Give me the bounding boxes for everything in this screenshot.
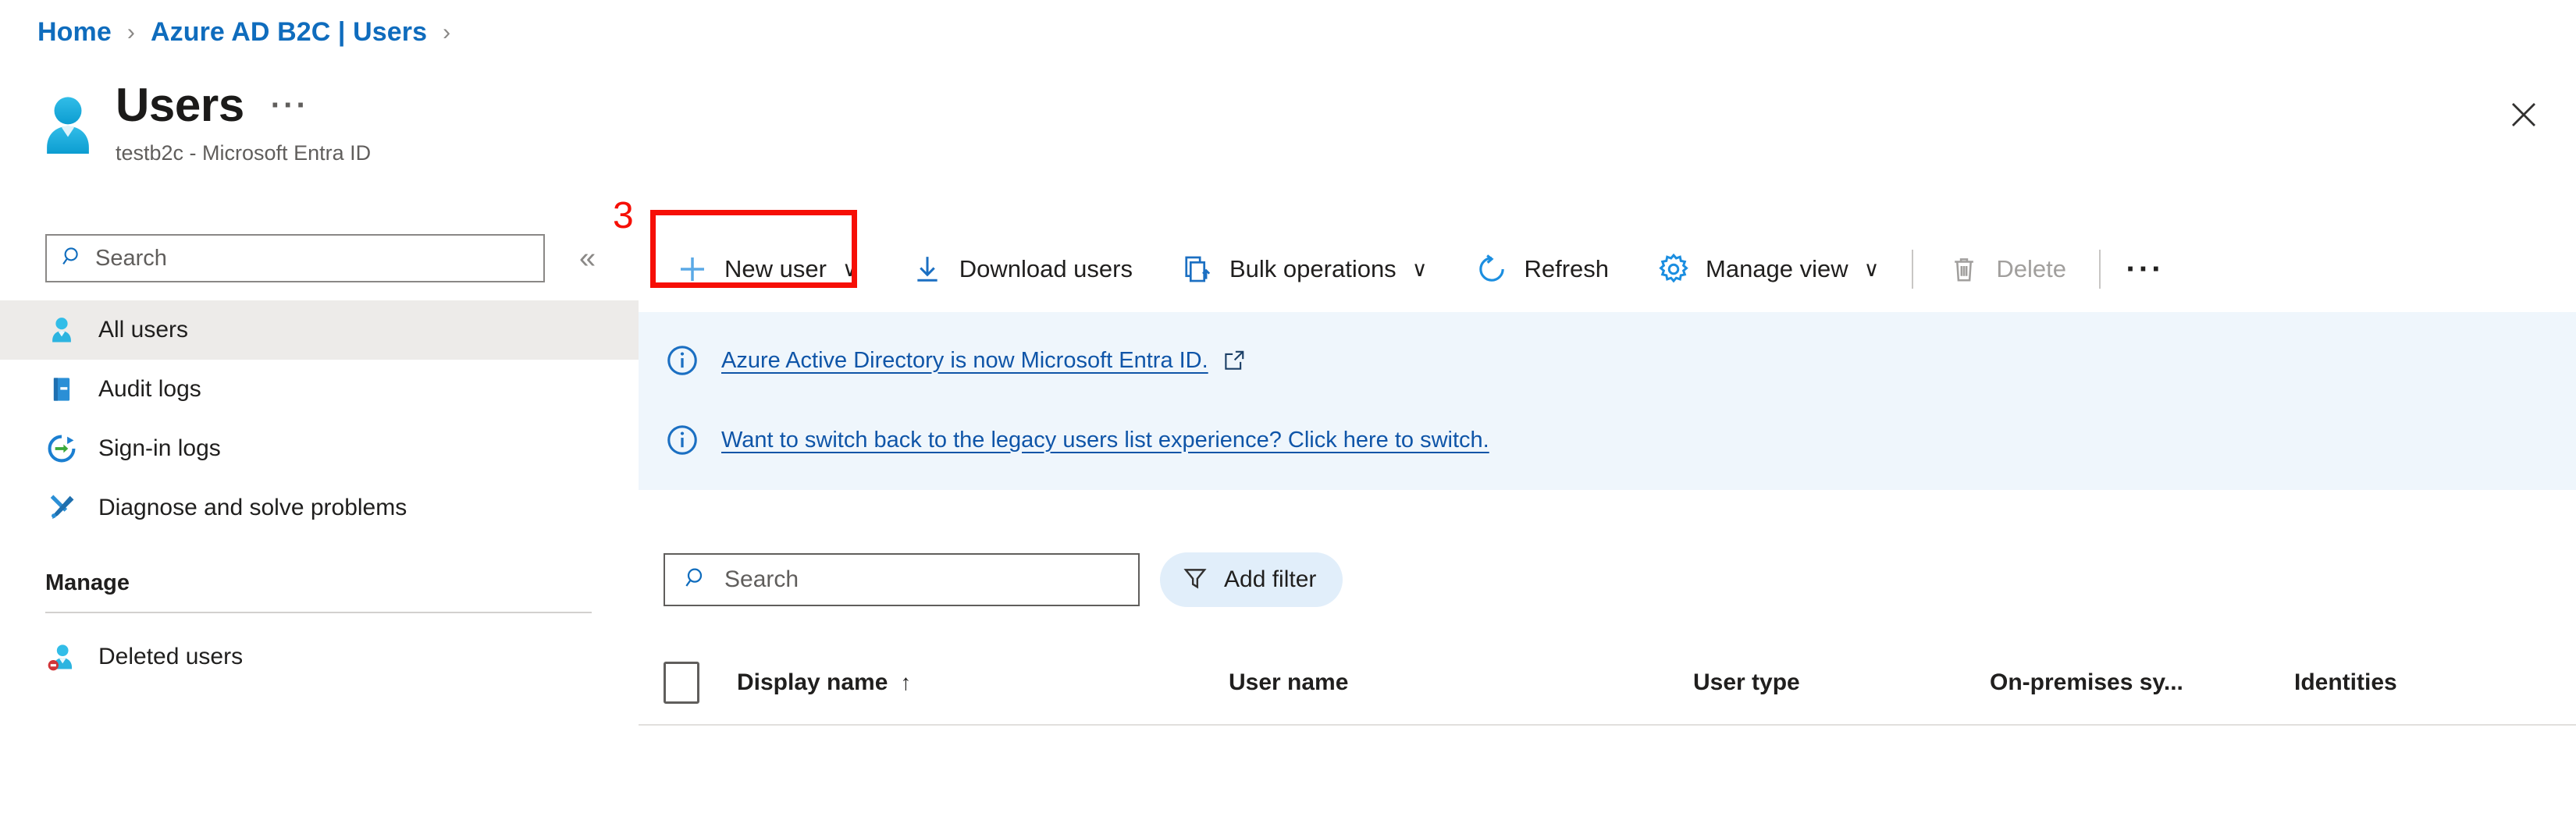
blade-sidebar: Search « All users Audit logs Sign-in lo…	[0, 226, 639, 813]
chevron-down-icon: ∨	[1863, 257, 1880, 281]
book-icon	[45, 373, 78, 406]
manage-view-button[interactable]: Manage view ∨	[1640, 226, 1895, 312]
azure-portal-users-blade: Home › Azure AD B2C | Users › Users ···	[0, 0, 2576, 813]
toolbar-separator	[1912, 250, 1914, 289]
annotation-step-number: 3	[613, 195, 634, 236]
list-search-input[interactable]: Search	[664, 553, 1140, 606]
column-header-label: User name	[1229, 669, 1349, 695]
gear-icon	[1656, 251, 1692, 287]
sidebar-item-label: Audit logs	[98, 376, 201, 402]
breadcrumb-separator-icon-2: ›	[443, 19, 451, 45]
column-header-label: User type	[1693, 669, 1800, 695]
select-all-checkbox[interactable]	[664, 662, 699, 704]
search-icon	[61, 245, 84, 272]
sidebar-item-label: Deleted users	[98, 644, 244, 669]
user-avatar-icon	[34, 93, 101, 160]
download-users-button[interactable]: Download users	[894, 226, 1148, 312]
toolbar-separator-2	[2099, 250, 2101, 289]
sidebar-item-label: Sign-in logs	[98, 435, 221, 461]
column-header-label: Display name	[737, 669, 888, 695]
delete-label: Delete	[1996, 255, 2067, 282]
command-toolbar: New user ∨ Download users Bulk operation…	[639, 226, 2576, 312]
breadcrumb-item-home[interactable]: Home	[37, 17, 112, 48]
page-title: Users	[116, 79, 244, 131]
title-more-actions-button[interactable]: ···	[271, 90, 309, 121]
sidebar-item-audit-logs[interactable]: Audit logs	[0, 360, 639, 419]
new-user-button[interactable]: New user ∨	[659, 226, 873, 312]
user-icon	[45, 314, 78, 346]
sidebar-item-label: Diagnose and solve problems	[98, 495, 407, 520]
blade-title-block: Users ··· testb2c - Microsoft Entra ID	[31, 82, 371, 165]
list-filter-bar: Search Add filter	[639, 552, 2576, 607]
column-header-label: On-premises sy...	[1990, 669, 2183, 695]
filter-icon	[1182, 565, 1208, 595]
column-header-user-name[interactable]: User name	[1229, 669, 1693, 696]
column-header-label: Identities	[2294, 669, 2397, 695]
banner-entra-rename: Azure Active Directory is now Microsoft …	[639, 331, 2576, 390]
column-header-on-premises-sync[interactable]: On-premises sy...	[1990, 669, 2294, 696]
sidebar-group-divider	[45, 612, 592, 613]
download-users-label: Download users	[959, 255, 1133, 282]
manage-view-label: Manage view	[1706, 255, 1848, 282]
blade-content: New user ∨ Download users Bulk operation…	[639, 226, 2576, 813]
deleted-user-icon	[45, 641, 78, 673]
add-filter-button[interactable]: Add filter	[1160, 552, 1343, 607]
sidebar-search-input[interactable]: Search	[45, 234, 545, 282]
bulk-operations-label: Bulk operations	[1229, 255, 1397, 282]
sidebar-item-all-users[interactable]: All users	[0, 300, 639, 360]
search-icon	[684, 566, 709, 595]
delete-button[interactable]: Delete	[1930, 226, 2082, 312]
list-search-placeholder: Search	[724, 566, 799, 592]
sidebar-item-diagnose-and-solve-problems[interactable]: Diagnose and solve problems	[0, 478, 639, 538]
refresh-icon	[1474, 251, 1510, 287]
sidebar-search-wrapper: Search	[45, 234, 545, 282]
sidebar-group-header-manage: Manage	[45, 570, 130, 595]
close-icon	[2507, 98, 2540, 135]
chevron-down-icon: ∨	[841, 257, 858, 281]
info-icon	[664, 342, 701, 379]
notification-banner-zone: Azure Active Directory is now Microsoft …	[639, 312, 2576, 490]
column-header-display-name[interactable]: Display name ↑	[737, 669, 1229, 696]
breadcrumb-separator-icon: ›	[126, 19, 135, 45]
table-header-divider	[639, 724, 2576, 726]
wrench-screwdriver-icon	[45, 492, 78, 524]
banner-link-legacy-switch[interactable]: Want to switch back to the legacy users …	[721, 428, 1489, 453]
column-header-identities[interactable]: Identities	[2294, 669, 2397, 696]
sidebar-nav-list: All users Audit logs Sign-in logs Diagno…	[0, 300, 639, 687]
column-header-user-type[interactable]: User type	[1693, 669, 1990, 696]
collapse-sidebar-button[interactable]: «	[579, 243, 596, 273]
sort-ascending-icon: ↑	[900, 670, 912, 694]
sidebar-item-sign-in-logs[interactable]: Sign-in logs	[0, 419, 639, 478]
sign-in-icon	[45, 432, 78, 465]
new-user-label: New user	[724, 255, 827, 282]
banner-legacy-switch: Want to switch back to the legacy users …	[639, 410, 2576, 470]
page-subtitle: testb2c - Microsoft Entra ID	[116, 141, 372, 165]
info-icon	[664, 421, 701, 459]
toolbar-more-button[interactable]: ···	[2118, 226, 2172, 312]
sidebar-item-deleted-users[interactable]: Deleted users	[0, 627, 639, 687]
bulk-operations-icon	[1179, 251, 1215, 287]
refresh-label: Refresh	[1524, 255, 1609, 282]
breadcrumb: Home › Azure AD B2C | Users ›	[37, 17, 466, 48]
trash-icon	[1946, 251, 1982, 287]
sidebar-search-placeholder: Search	[95, 245, 167, 271]
add-filter-label: Add filter	[1224, 566, 1317, 592]
chevron-down-icon: ∨	[1411, 257, 1428, 281]
close-blade-button[interactable]	[2503, 95, 2545, 137]
breadcrumb-item-azure-ad-b2c-users[interactable]: Azure AD B2C | Users	[151, 17, 427, 48]
refresh-button[interactable]: Refresh	[1458, 226, 1624, 312]
external-link-icon	[1222, 349, 1246, 372]
banner-link-entra-rename[interactable]: Azure Active Directory is now Microsoft …	[721, 348, 1208, 374]
download-icon	[909, 251, 945, 287]
bulk-operations-button[interactable]: Bulk operations ∨	[1164, 226, 1443, 312]
users-table-header: Display name ↑ User name User type On-pr…	[639, 640, 2576, 726]
sidebar-item-label: All users	[98, 317, 189, 343]
plus-icon	[674, 251, 710, 287]
